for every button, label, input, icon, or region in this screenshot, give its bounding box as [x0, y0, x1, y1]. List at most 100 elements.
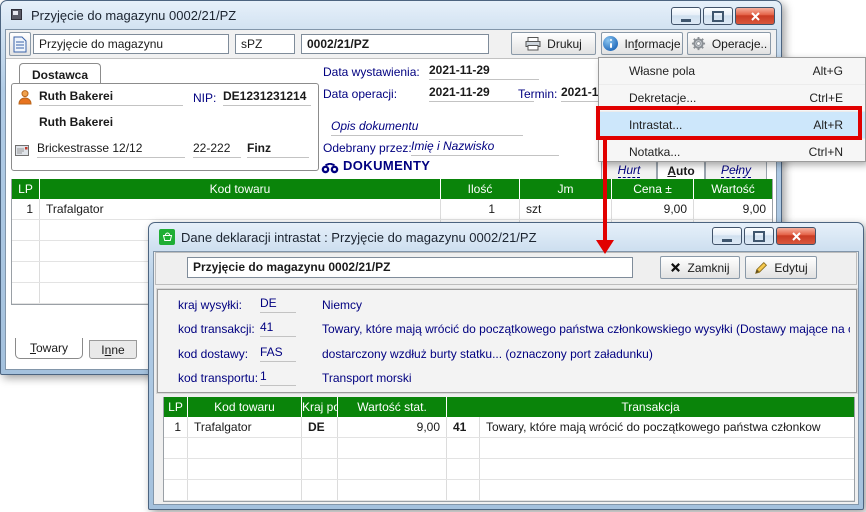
dialog-title: Dane deklaracji intrastat : Przyjęcie do… [181, 230, 537, 246]
col-wartosc-stat: Wartość stat. [338, 397, 447, 417]
cell-lp: 1 [164, 417, 188, 437]
dialog-close-button[interactable] [776, 227, 816, 245]
kod-transportu-value[interactable]: 1 [260, 369, 296, 386]
doc-type-field[interactable]: Przyjęcie do magazynu [33, 34, 229, 54]
col-ilosc: Ilość [441, 179, 520, 199]
table-row[interactable]: 1 Trafalgator 1 szt 9,00 9,00 [12, 199, 772, 220]
document-icon [13, 36, 27, 53]
maximize-button[interactable] [703, 7, 733, 25]
table-row-empty[interactable] [164, 480, 854, 501]
annotation-arrow-line [603, 139, 607, 240]
received-by-field[interactable]: Imię i Nazwisko [411, 139, 559, 156]
zamknij-button[interactable]: Zamknij [660, 256, 740, 279]
tab-dostawca[interactable]: Dostawca [19, 63, 101, 85]
term-label: Termin: [518, 87, 557, 102]
address-icon [15, 145, 29, 159]
kod-transakcji-value[interactable]: 41 [260, 320, 296, 337]
menu-item-shortcut: Ctrl+N [809, 145, 843, 159]
field-label: kod dostawy: [178, 347, 248, 362]
tab-hurt-label: Hurt [618, 163, 641, 178]
menu-item-shortcut: Alt+G [813, 64, 843, 78]
declaration-panel: kraj wysyłki: DE Niemcy kod transakcji: … [157, 289, 857, 393]
edytuj-button[interactable]: Edytuj [745, 256, 817, 279]
minimize-icon [681, 19, 691, 22]
basket-icon [159, 229, 175, 245]
menu-item-label: Notatka... [629, 145, 680, 159]
annotation-arrow-head [596, 240, 614, 254]
screenshot-canvas: Przyjęcie do magazynu 0002/21/PZ Przyjęc… [0, 0, 866, 512]
doc-number-field[interactable]: 0002/21/PZ [301, 34, 489, 54]
dialog-titlebar: Dane deklaracji intrastat : Przyjęcie do… [149, 223, 863, 251]
table-row-empty[interactable] [164, 459, 854, 480]
cell-transaction-desc: Towary, które mają wrócić do początkoweg… [480, 417, 854, 437]
tab-towary-label: Towary [30, 341, 68, 355]
kod-transportu-desc: Transport morski [322, 371, 850, 386]
description-field[interactable]: Opis dokumentu [331, 119, 523, 136]
intrastat-table-header: LP Kod towaru Kraj poch. Wartość stat. T… [164, 397, 854, 417]
table-row-empty[interactable] [164, 438, 854, 459]
x-icon [670, 262, 681, 273]
main-window-title: Przyjęcie do magazynu 0002/21/PZ [31, 8, 236, 24]
app-icon [11, 9, 22, 23]
dialog-maximize-button[interactable] [744, 227, 774, 245]
kraj-wysylki-desc: Niemcy [322, 298, 850, 313]
postal-field[interactable]: 22-222 [193, 141, 241, 158]
close-icon [791, 231, 802, 242]
gear-icon [691, 36, 706, 51]
tab-inne[interactable]: Inne [89, 340, 137, 359]
cell-price: 9,00 [612, 199, 694, 219]
kraj-wysylki-value[interactable]: DE [260, 296, 296, 313]
cell-origin: DE [302, 417, 338, 437]
close-button[interactable] [735, 7, 775, 25]
main-titlebar: Przyjęcie do magazynu 0002/21/PZ [1, 1, 781, 29]
menu-item-wlasne-pola[interactable]: Własne pola Alt+G [599, 58, 865, 85]
items-table-header: LP Kod towaru Ilość Jm Cena ± Wartość [12, 179, 772, 199]
kod-transakcji-desc: Towary, które mają wrócić do początkoweg… [322, 322, 850, 337]
pencil-icon [754, 261, 768, 275]
field-label: kraj wysyłki: [178, 298, 242, 313]
intrastat-table: LP Kod towaru Kraj poch. Wartość stat. T… [163, 397, 855, 502]
cell-unit: szt [520, 199, 612, 219]
dialog-document-field[interactable]: Przyjęcie do magazynu 0002/21/PZ [187, 257, 633, 278]
person-icon [17, 89, 33, 108]
table-row[interactable]: 1 Trafalgator DE 9,00 41 Towary, które m… [164, 417, 854, 438]
menu-item-notatka[interactable]: Notatka... Ctrl+N [599, 139, 865, 165]
close-icon [750, 11, 761, 22]
city-field[interactable]: Finz [247, 141, 309, 158]
nip-field[interactable]: DE1231231214 [223, 89, 311, 106]
info-icon [603, 36, 618, 51]
issue-date-field[interactable]: 2021-11-29 [429, 63, 539, 80]
info-button[interactable]: Informacje [601, 32, 683, 55]
kod-dostawy-desc: dostarczony wzdłuż burty statku... (ozna… [322, 347, 850, 362]
intrastat-dialog: Dane deklaracji intrastat : Przyjęcie do… [148, 222, 864, 510]
dialog-minimize-button[interactable] [712, 227, 742, 245]
minimize-button[interactable] [671, 7, 701, 25]
binoculars-icon [321, 163, 339, 177]
tab-inne-label: Inne [101, 343, 124, 357]
received-by-label: Odebrany przez: [323, 141, 412, 156]
documents-section-label[interactable]: DOKUMENTY [343, 158, 430, 173]
col-kod-towaru: Kod towaru [40, 179, 441, 199]
annotation-highlight-rect [596, 106, 862, 140]
print-button[interactable]: Drukuj [511, 32, 596, 55]
supplier-name-field[interactable]: Ruth Bakerei [39, 89, 183, 106]
tab-pelny-label: Pełny [721, 163, 751, 178]
cell-value: 9,00 [694, 199, 772, 219]
cell-qty: 1 [441, 199, 520, 219]
operation-date-label: Data operacji: [323, 87, 397, 102]
cell-lp: 1 [12, 199, 40, 219]
tab-towary[interactable]: Towary [15, 338, 83, 359]
cell-transaction-code: 41 [447, 417, 480, 437]
edytuj-button-label: Edytuj [774, 261, 807, 275]
maximize-icon [753, 231, 765, 242]
col-cena: Cena ± [612, 179, 694, 199]
street-field[interactable]: Brickestrasse 12/12 [37, 141, 185, 158]
doc-series-field[interactable]: sPZ [235, 34, 295, 54]
cell-code: Trafalgator [188, 417, 302, 437]
operations-button[interactable]: Operacje.. [687, 32, 771, 55]
document-icon-button[interactable] [9, 32, 31, 56]
cell-code: Trafalgator [40, 199, 441, 219]
supplier-fullname: Ruth Bakerei [39, 115, 113, 130]
minimize-icon [722, 239, 732, 242]
kod-dostawy-value[interactable]: FAS [260, 345, 296, 362]
